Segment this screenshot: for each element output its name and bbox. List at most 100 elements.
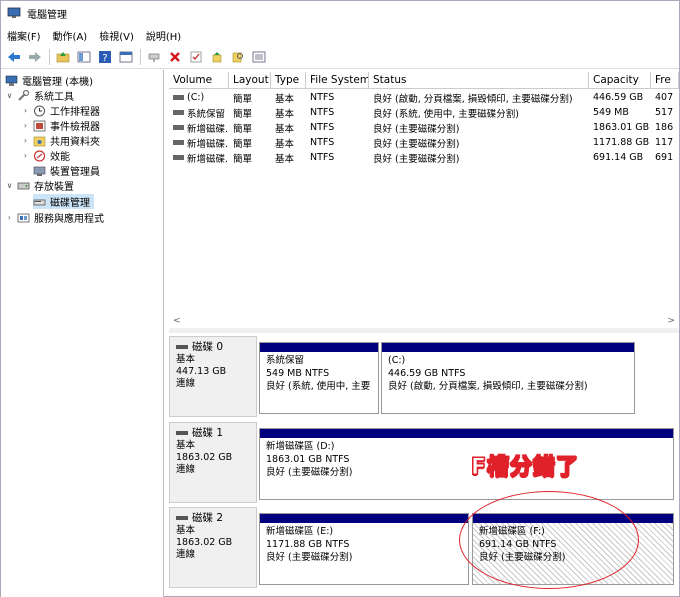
- expand-arrow-icon[interactable]: ›: [5, 213, 14, 222]
- table-row[interactable]: 新增磁碟... 簡單 基本 NTFS 良好 (主要磁碟分割) 1863.01 G…: [169, 120, 679, 135]
- horizontal-scrollbar[interactable]: < >: [169, 314, 679, 328]
- expand-arrow-icon[interactable]: ∨: [5, 181, 14, 190]
- tools-icon: [18, 89, 30, 101]
- tree-item-event-viewer[interactable]: › 事件檢視器: [21, 118, 100, 133]
- disk-name: 磁碟 1: [192, 427, 224, 439]
- svg-text:?: ?: [102, 53, 107, 64]
- cell-capacity: 446.59 GB: [593, 92, 644, 103]
- expand-arrow-icon[interactable]: ›: [21, 151, 30, 160]
- disk-icon: [176, 516, 188, 520]
- column-volume[interactable]: Volume: [169, 72, 229, 88]
- computer-management-window: 電腦管理 檔案(F) 動作(A) 檢視(V) 說明(H) ? 電腦管理 (本機)…: [0, 0, 680, 597]
- expand-arrow-icon[interactable]: ›: [21, 136, 30, 145]
- cell-file-system: NTFS: [310, 92, 335, 103]
- forward-button[interactable]: [25, 47, 45, 67]
- up-level-button[interactable]: [53, 47, 73, 67]
- tree-item-services-applications[interactable]: › 服務與應用程式: [5, 210, 104, 225]
- cell-status: 良好 (主要磁碟分割): [373, 153, 460, 165]
- partition-name: 新增磁碟區 (E:): [266, 526, 334, 537]
- tree-item-storage[interactable]: ∨ 存放裝置: [5, 178, 74, 193]
- list-icon: [252, 51, 266, 62]
- tree-item-system-tools[interactable]: ∨ 系統工具: [5, 88, 74, 103]
- expand-arrow-icon[interactable]: ∨: [5, 91, 14, 100]
- column-type[interactable]: Type: [271, 72, 306, 88]
- scroll-right-icon[interactable]: >: [667, 316, 675, 326]
- partition-name: 新增磁碟區 (D:): [266, 441, 335, 452]
- tree-item-computer-management[interactable]: 電腦管理 (本機): [5, 73, 93, 88]
- volume-icon: [173, 139, 184, 145]
- shared-folder-icon: [33, 136, 46, 146]
- up-folder-icon: [56, 51, 70, 62]
- partition-bar: [260, 429, 673, 438]
- disk-type: 基本: [176, 354, 196, 365]
- title-bar: 電腦管理: [1, 1, 679, 25]
- tree-item-performance[interactable]: › 效能: [21, 148, 70, 163]
- menu-action[interactable]: 動作(A): [53, 28, 88, 43]
- menu-help[interactable]: 說明(H): [146, 28, 181, 43]
- menu-view[interactable]: 檢視(V): [99, 28, 134, 43]
- partition-status: 良好 (主要磁碟分割): [266, 467, 353, 478]
- column-status[interactable]: Status: [369, 72, 589, 88]
- column-capacity[interactable]: Capacity: [589, 72, 651, 88]
- back-button[interactable]: [4, 47, 24, 67]
- scroll-left-icon[interactable]: <: [173, 316, 181, 326]
- cell-free: 117: [655, 137, 674, 148]
- expand-arrow-icon[interactable]: ›: [21, 121, 30, 130]
- cell-status: 良好 (啟動, 分頁檔案, 損毀傾印, 主要磁碟分割): [373, 93, 573, 105]
- disk-label[interactable]: 磁碟 0 基本 447.13 GB 連線: [169, 336, 257, 417]
- disk-size: 1863.02 GB: [176, 452, 233, 463]
- table-row[interactable]: 系統保留 簡單 基本 NTFS 良好 (系統, 使用中, 主要磁碟分割) 549…: [169, 105, 679, 120]
- cell-layout: 簡單: [233, 138, 253, 150]
- disk-label[interactable]: 磁碟 1 基本 1863.02 GB 連線: [169, 422, 257, 503]
- volume-icon: [173, 154, 184, 160]
- partition-bar: [260, 343, 378, 352]
- tree-label: 存放裝置: [34, 182, 74, 193]
- disk-label[interactable]: 磁碟 2 基本 1863.02 GB 連線: [169, 507, 257, 588]
- menu-file[interactable]: 檔案(F): [7, 28, 41, 43]
- partition-d[interactable]: 新增磁碟區 (D:) 1863.01 GB NTFS 良好 (主要磁碟分割): [259, 428, 674, 500]
- tree-item-task-scheduler[interactable]: › 工作排程器: [21, 103, 100, 118]
- cell-file-system: NTFS: [310, 107, 335, 118]
- check-icon: [190, 51, 202, 62]
- console-button[interactable]: [116, 47, 136, 67]
- partition-c[interactable]: (C:) 446.59 GB NTFS 良好 (啟動, 分頁檔案, 損毀傾印, …: [381, 342, 635, 414]
- column-layout[interactable]: Layout: [229, 72, 271, 88]
- expand-arrow-icon[interactable]: ›: [21, 106, 30, 115]
- list-button[interactable]: [249, 47, 269, 67]
- cell-type: 基本: [275, 153, 295, 165]
- connect-button[interactable]: [144, 47, 164, 67]
- search-button[interactable]: [228, 47, 248, 67]
- column-free[interactable]: Fre: [651, 72, 679, 88]
- toolbar-separator: [140, 48, 141, 65]
- table-row[interactable]: 新增磁碟... 簡單 基本 NTFS 良好 (主要磁碟分割) 691.14 GB…: [169, 150, 679, 165]
- partition-bar: [382, 343, 634, 352]
- properties-button[interactable]: [74, 47, 94, 67]
- tree-item-shared-folders[interactable]: › 共用資料夾: [21, 133, 100, 148]
- computer-management-icon: [7, 7, 21, 18]
- tree-label: 電腦管理 (本機): [22, 77, 93, 88]
- volume-icon: [173, 124, 184, 130]
- window-title: 電腦管理: [27, 9, 67, 21]
- partition-system-reserved[interactable]: 系統保留 549 MB NTFS 良好 (系統, 使用中, 主要: [259, 342, 379, 414]
- import-button[interactable]: [207, 47, 227, 67]
- tree-item-device-manager[interactable]: 裝置管理員: [33, 163, 100, 178]
- table-row[interactable]: (C:) 簡單 基本 NTFS 良好 (啟動, 分頁檔案, 損毀傾印, 主要磁碟…: [169, 90, 679, 105]
- tree-label: 裝置管理員: [50, 167, 100, 178]
- storage-icon: [17, 182, 30, 189]
- table-row[interactable]: 新增磁碟... 簡單 基本 NTFS 良好 (主要磁碟分割) 1171.88 G…: [169, 135, 679, 150]
- partition-e[interactable]: 新增磁碟區 (E:) 1171.88 GB NTFS 良好 (主要磁碟分割): [259, 513, 469, 585]
- console-icon: [119, 51, 133, 62]
- tree-item-disk-management[interactable]: 磁碟管理: [33, 194, 94, 209]
- column-file-system[interactable]: File System: [306, 72, 369, 88]
- check-button[interactable]: [186, 47, 206, 67]
- pane-splitter[interactable]: [169, 328, 679, 333]
- partition-size: 1171.88 GB NTFS: [266, 539, 350, 550]
- annotation-ellipse: [459, 491, 639, 589]
- partition-name: (C:): [388, 355, 406, 366]
- toolbar-separator: [49, 48, 50, 65]
- tree-label: 系統工具: [34, 92, 74, 103]
- delete-button[interactable]: [165, 47, 185, 67]
- connect-icon: [148, 53, 160, 62]
- help-button[interactable]: ?: [95, 47, 115, 67]
- disk-type: 基本: [176, 440, 196, 451]
